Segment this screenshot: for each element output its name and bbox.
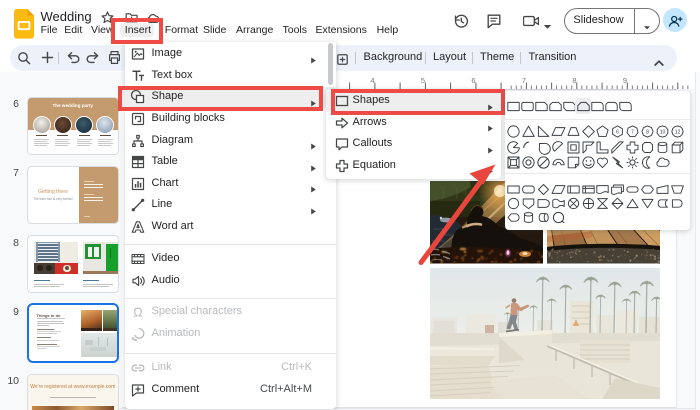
svg-text:7: 7	[632, 129, 635, 135]
svg-text:6: 6	[617, 129, 620, 135]
svg-text:Ω: Ω	[133, 306, 142, 320]
svg-text:8: 8	[646, 129, 649, 135]
svg-text:10: 10	[660, 129, 666, 135]
svg-text:12: 12	[675, 129, 681, 135]
